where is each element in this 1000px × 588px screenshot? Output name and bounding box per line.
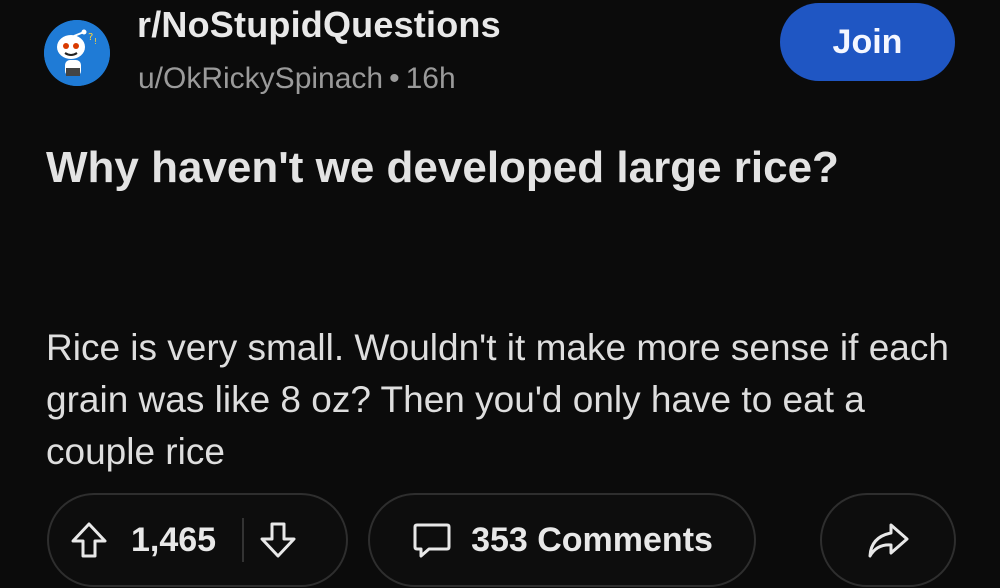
subreddit-name[interactable]: r/NoStupidQuestions — [137, 4, 501, 46]
share-button[interactable] — [820, 493, 956, 587]
snoo-avatar-icon: ? ! — [44, 20, 110, 86]
comments-button[interactable]: 353 Comments — [368, 493, 756, 587]
svg-text:?: ? — [88, 32, 93, 43]
post-body: Rice is very small. Wouldn't it make mor… — [46, 327, 949, 472]
join-button[interactable]: Join — [780, 3, 955, 81]
svg-text:!: ! — [94, 37, 97, 46]
author-link[interactable]: u/OkRickySpinach — [138, 62, 383, 95]
post-meta: u/OkRickySpinach • 16h — [138, 62, 456, 96]
arrow-up-icon[interactable] — [69, 520, 109, 560]
comments-count-label: 353 Comments — [471, 520, 713, 559]
post-title[interactable]: Why haven't we developed large rice? — [46, 138, 946, 198]
vote-score: 1,465 — [131, 520, 217, 559]
vote-divider — [242, 518, 245, 562]
vote-bar: 1,465 — [47, 493, 348, 587]
subreddit-avatar[interactable]: ? ! — [44, 20, 110, 86]
meta-separator: • — [389, 62, 400, 95]
arrow-down-icon[interactable] — [258, 520, 298, 560]
comment-bubble-icon — [411, 519, 453, 561]
post-time: 16h — [405, 62, 456, 95]
share-arrow-icon — [865, 517, 911, 563]
